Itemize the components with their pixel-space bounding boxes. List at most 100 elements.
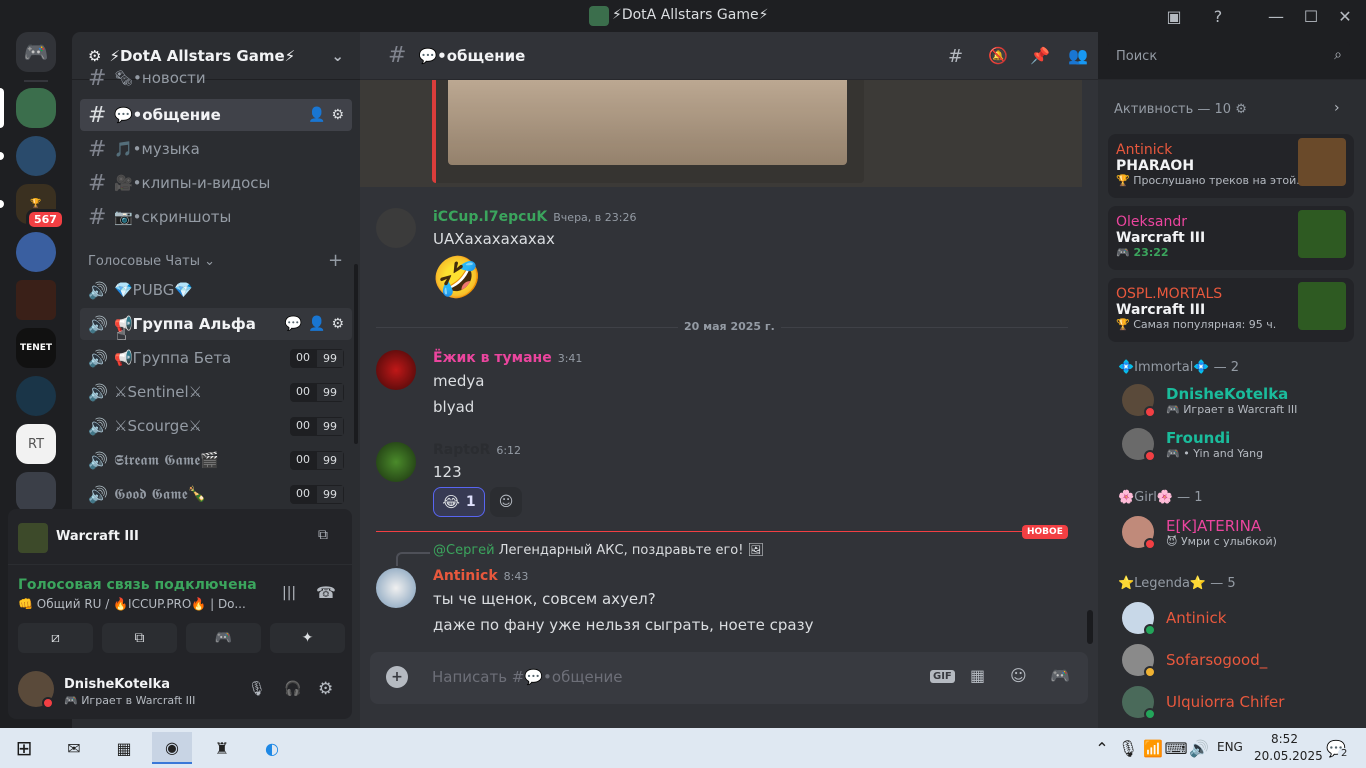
- screen-share-icon[interactable]: ⧉: [318, 527, 328, 543]
- activity-header[interactable]: Активность — 10 ⚙: [1114, 102, 1247, 117]
- avatar[interactable]: [376, 208, 416, 248]
- clock-time[interactable]: 8:52: [1271, 732, 1298, 746]
- guild-icon-dota[interactable]: [16, 88, 56, 128]
- activity-card[interactable]: Oleksandr Warcraft III 🎮 23:22: [1108, 206, 1354, 270]
- voice-channel-beta[interactable]: 🔊 📢Группа Бета 00 99: [80, 342, 352, 374]
- camera-off-button[interactable]: ⧄: [18, 623, 93, 653]
- minimize-icon[interactable]: —: [1265, 5, 1287, 27]
- voice-channel-stream[interactable]: 🔊 𝕾𝖙𝖗𝖊𝖆𝖒 𝕲𝖆𝖒𝖊🎬 00 99: [80, 444, 352, 476]
- gear-icon[interactable]: ⚙: [331, 316, 344, 332]
- soundboard-button[interactable]: ✦: [270, 623, 345, 653]
- mail-icon[interactable]: ✉: [54, 732, 94, 764]
- maximize-icon[interactable]: ☐: [1300, 5, 1322, 27]
- guild-icon-7[interactable]: [16, 376, 56, 416]
- chat-icon[interactable]: 💬: [285, 316, 302, 332]
- image-icon: 🖼: [747, 543, 765, 558]
- voice-channel-text[interactable]: 👊 Общий RU / 🔥ICCUP.PRO🔥 | Do...: [18, 597, 246, 611]
- language-indicator[interactable]: ENG: [1217, 740, 1243, 754]
- message-header: RaptoR 6:12: [433, 442, 521, 458]
- guild-icon-4[interactable]: [16, 232, 56, 272]
- avatar[interactable]: [376, 442, 416, 482]
- channel-screenshots[interactable]: # 📷•скриншоты: [80, 201, 352, 233]
- volume-icon[interactable]: 🔊: [1179, 732, 1219, 764]
- member-item[interactable]: DnisheKotelka 🎮 Играет в Warcraft III: [1122, 384, 1297, 418]
- invite-icon[interactable]: 👤: [308, 107, 325, 123]
- message-input[interactable]: + Написать #💬•общение GIF ▦ ☺ 🎮: [370, 652, 1088, 704]
- author-name[interactable]: iCCup.I7epcuK: [433, 209, 547, 225]
- reaction-button[interactable]: 😂 1: [433, 487, 485, 517]
- activity-card[interactable]: Antinick PHARAOH 🏆 Прослушано треков на …: [1108, 134, 1354, 198]
- voice-category[interactable]: Голосовые Чаты ⌄: [88, 254, 215, 269]
- edge-icon[interactable]: ◐: [252, 732, 292, 764]
- discord-taskbar-icon[interactable]: ◉: [152, 732, 192, 764]
- member-item[interactable]: Sofarsogood_: [1122, 644, 1267, 678]
- invite-icon[interactable]: 👤: [308, 316, 325, 332]
- activity-button[interactable]: 🎮: [186, 623, 261, 653]
- chevron-down-icon: ⌄: [331, 46, 344, 65]
- clock-date[interactable]: 20.05.2025: [1254, 749, 1323, 763]
- avatar[interactable]: [376, 568, 416, 608]
- member-item[interactable]: Ulquiorra Chifer: [1122, 686, 1284, 720]
- active-pill: [0, 88, 4, 128]
- activity-card[interactable]: OSPL.MORTALS Warcraft III 🏆 Самая популя…: [1108, 278, 1354, 342]
- add-channel-icon[interactable]: +: [328, 250, 343, 271]
- chevron-right-icon[interactable]: ›: [1334, 100, 1340, 116]
- gear-icon[interactable]: ⚙: [318, 679, 333, 699]
- author-name[interactable]: Ёжик в тумане: [433, 350, 552, 366]
- threads-icon[interactable]: #: [948, 46, 963, 67]
- member-item[interactable]: Antinick: [1122, 602, 1226, 636]
- channel-music[interactable]: # 🎵•музыка: [80, 133, 352, 165]
- scrollbar[interactable]: [354, 264, 358, 444]
- calculator-icon[interactable]: ▦: [104, 732, 144, 764]
- gif-icon[interactable]: GIF: [930, 670, 955, 683]
- sticker-icon[interactable]: ▦: [970, 666, 985, 685]
- channel-general[interactable]: # 💬•общение 👤 ⚙: [80, 99, 352, 131]
- guild-icon-rt[interactable]: RT: [16, 424, 56, 464]
- user-name: DnisheKotelka: [64, 677, 170, 692]
- guild-icon-5[interactable]: [16, 280, 56, 320]
- attach-icon[interactable]: +: [386, 666, 408, 688]
- close-icon[interactable]: ✕: [1334, 5, 1356, 27]
- mic-icon[interactable]: 🎙: [248, 681, 266, 697]
- apps-icon[interactable]: 🎮: [1050, 666, 1070, 685]
- add-reaction-button[interactable]: ☺: [490, 487, 522, 517]
- voice-channel-pubg[interactable]: 🔊 💎PUBG💎: [80, 274, 352, 306]
- avatar[interactable]: [376, 350, 416, 390]
- status-online-icon: [1144, 708, 1156, 720]
- headphones-icon[interactable]: 🎧: [284, 681, 301, 697]
- guild-icon-tenet[interactable]: TENET: [16, 328, 56, 368]
- pin-icon[interactable]: 📌: [1030, 46, 1050, 65]
- emoji-icon[interactable]: ☺: [1010, 666, 1027, 685]
- member-item[interactable]: Froundi 🎮 • Yin and Yang: [1122, 428, 1263, 462]
- reply-preview[interactable]: @Сергей Легендарный АКС, поздравьте его!…: [433, 543, 764, 558]
- member-list-icon[interactable]: 👥: [1068, 46, 1088, 65]
- author-name[interactable]: RaptoR: [433, 442, 490, 458]
- start-icon[interactable]: ⊞: [4, 732, 44, 764]
- notification-icon[interactable]: 💬: [1316, 732, 1356, 764]
- help-icon[interactable]: ?: [1207, 5, 1229, 27]
- discord-home-icon[interactable]: 🎮: [16, 32, 56, 72]
- screen-share-button[interactable]: ⧉: [102, 623, 177, 653]
- guild-icon-2[interactable]: [16, 136, 56, 176]
- reply-mention[interactable]: @Сергей: [433, 543, 495, 558]
- window-titlebar: ⚡DotA Allstars Game⚡ ▣ ? — ☐ ✕: [0, 0, 1366, 32]
- notification-bell-icon[interactable]: 🔕: [988, 46, 1008, 65]
- channel-news[interactable]: # 🗞•новости: [80, 68, 352, 88]
- member-name: DnisheKotelka: [1166, 384, 1289, 403]
- gear-icon[interactable]: ⚙: [331, 107, 344, 123]
- guild-icon-9[interactable]: [16, 472, 56, 512]
- channel-clips[interactable]: # 🎥•клипы-и-видосы: [80, 167, 352, 199]
- voice-channel-good-game[interactable]: 🔊 𝕲𝖔𝖔𝖉 𝕲𝖆𝖒𝖊🍾 00 99: [80, 478, 352, 510]
- inbox-icon[interactable]: ▣: [1163, 5, 1185, 27]
- member-item[interactable]: E[K]ATERINA 😈 Умри с улыбкой): [1122, 516, 1277, 550]
- search-input[interactable]: Поиск ⌕: [1108, 42, 1350, 72]
- voice-wave-icon[interactable]: |||: [282, 585, 296, 601]
- voice-channel-sentinel[interactable]: 🔊 ⚔Sentinel⚔ 00 99: [80, 376, 352, 408]
- disconnect-icon[interactable]: ☎: [316, 583, 336, 602]
- message-header: Antinick 8:43: [433, 568, 528, 584]
- voice-channel-scourge[interactable]: 🔊 ⚔Scourge⚔ 00 99: [80, 410, 352, 442]
- warcraft-taskbar-icon[interactable]: ♜: [202, 732, 242, 764]
- author-name[interactable]: Antinick: [433, 568, 498, 584]
- avatar: [1122, 384, 1156, 418]
- chat-scrollbar[interactable]: [1087, 610, 1093, 644]
